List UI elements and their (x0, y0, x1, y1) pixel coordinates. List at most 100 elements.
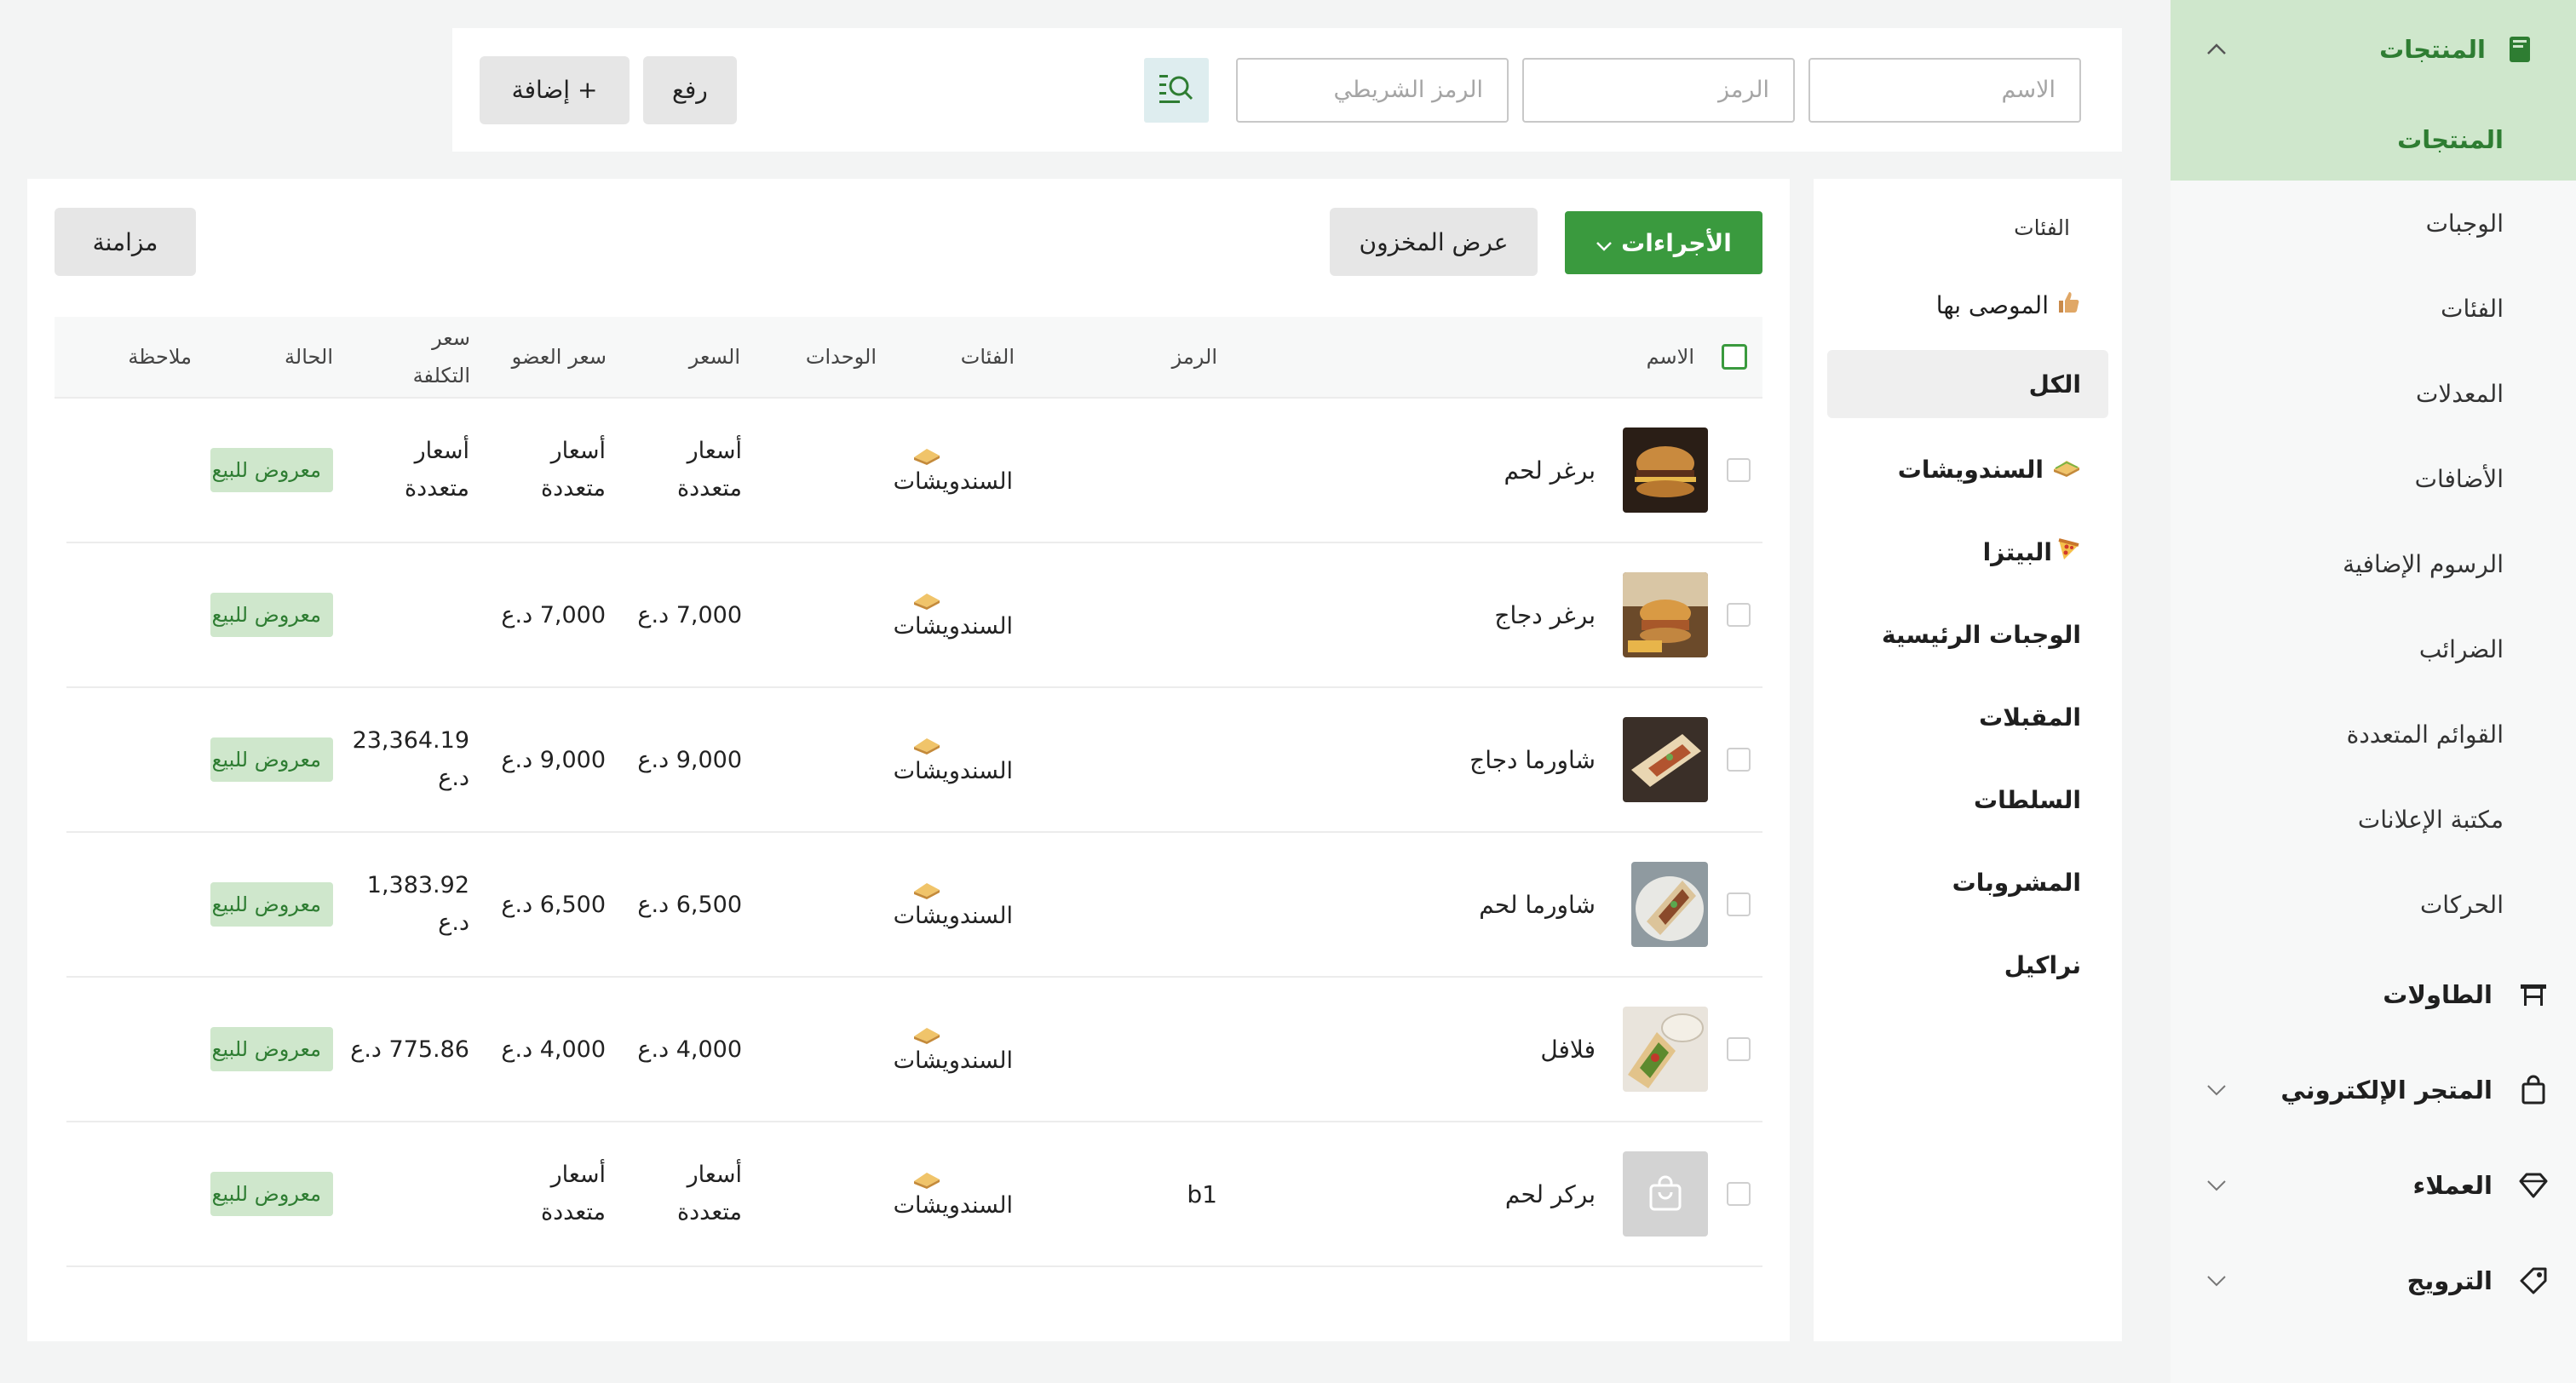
product-thumbnail (1623, 717, 1708, 802)
header-cost-price[interactable]: سعر التكلفة (400, 317, 470, 397)
product-name[interactable]: برغر لحم (1504, 399, 1596, 542)
header-status[interactable]: الحالة (285, 317, 333, 397)
sidebar-item-addons[interactable]: الأضافات (2171, 436, 2576, 521)
sidebar-item-ads-library[interactable]: مكتبة الإعلانات (2171, 777, 2576, 862)
sidebar-group-promotion-title: الترويج (2406, 1264, 2550, 1298)
sync-button[interactable]: مزامنة (55, 208, 196, 276)
upload-button[interactable]: رفع (643, 55, 737, 124)
product-member-price: أسعار متعددة (541, 438, 606, 502)
status-badge-label: معروض للبيع (211, 1037, 321, 1061)
product-name[interactable]: برغر دجاج (1494, 543, 1596, 686)
row-checkbox-cell (1727, 399, 1751, 542)
product-cost-price: 23,364.19 د.ع (352, 727, 469, 791)
sandwich-icon (2052, 456, 2081, 484)
product-thumbnail-cell (1623, 1122, 1708, 1265)
category-salads[interactable]: السلطات (1827, 759, 2108, 841)
product-category: السندويشات (893, 468, 1013, 495)
status-badge[interactable]: معروض للبيع (210, 448, 333, 492)
product-price: أسعار متعددة (677, 1162, 742, 1225)
sandwich-icon (914, 1028, 940, 1044)
sidebar-group-products-label: المنتجات (2379, 35, 2486, 64)
sidebar-item-products[interactable]: المنتجات (2171, 99, 2576, 181)
category-mains[interactable]: الوجبات الرئيسية (1827, 594, 2108, 676)
category-all[interactable]: الكل (1827, 350, 2108, 418)
row-checkbox[interactable] (1727, 748, 1751, 772)
table-row[interactable]: شاورما دجاج السندويشات 9,000 د.ع 9,000 د… (66, 688, 1762, 833)
code-filter-input[interactable] (1522, 57, 1795, 123)
sidebar-item-extra-fees[interactable]: الرسوم الإضافية (2171, 521, 2576, 606)
select-all-checkbox[interactable] (1722, 344, 1747, 370)
sidebar-group-eshop[interactable]: المتجر الإلكتروني (2171, 1042, 2576, 1138)
header-note[interactable]: ملاحظة (128, 317, 192, 397)
sidebar-item-meals[interactable]: الوجبات (2171, 181, 2576, 266)
status-badge[interactable]: معروض للبيع (210, 1027, 333, 1071)
product-category-cell: السندويشات (894, 543, 1013, 686)
sidebar-group-tables-title: الطاولات (2383, 978, 2550, 1012)
chevron-down-icon[interactable] (2205, 1174, 2228, 1197)
header-name[interactable]: الاسم (1647, 317, 1694, 397)
product-status-cell: معروض للبيع (210, 688, 333, 831)
header-price[interactable]: السعر (689, 317, 740, 397)
header-code[interactable]: الرمز (1172, 317, 1217, 397)
category-appetizers[interactable]: المقبلات (1827, 676, 2108, 759)
table-row[interactable]: شاورما لحم السندويشات 6,500 د.ع 6,500 د.… (66, 833, 1762, 978)
row-checkbox[interactable] (1727, 603, 1751, 627)
search-button[interactable] (1144, 57, 1209, 123)
thumbs-up-icon (2056, 290, 2081, 321)
row-checkbox[interactable] (1727, 1182, 1751, 1206)
status-badge[interactable]: معروض للبيع (210, 593, 333, 637)
category-pizza[interactable]: البيتزا (1827, 511, 2108, 594)
chevron-down-icon[interactable] (2205, 1269, 2228, 1293)
status-badge-label: معروض للبيع (211, 458, 321, 482)
chevron-down-icon[interactable] (2205, 1078, 2228, 1102)
product-cost-price: أسعار متعددة (405, 438, 469, 502)
table-row[interactable]: فلافل السندويشات 4,000 د.ع 4,000 د.ع 775… (66, 978, 1762, 1122)
header-categories[interactable]: الفئات (961, 317, 1015, 397)
actions-dropdown-button[interactable]: الأجراءات (1565, 211, 1762, 274)
status-badge-label: معروض للبيع (211, 892, 321, 916)
category-drinks[interactable]: المشروبات (1827, 841, 2108, 924)
product-name[interactable]: بركر لحم (1505, 1122, 1596, 1265)
product-thumbnail-cell (1623, 978, 1708, 1121)
category-sandwiches[interactable]: السندويشات (1827, 428, 2108, 511)
add-button[interactable]: + إضافة (480, 55, 630, 124)
row-checkbox[interactable] (1727, 892, 1751, 916)
row-checkbox[interactable] (1727, 458, 1751, 482)
header-member-price[interactable]: سعر العضو (512, 317, 607, 397)
chevron-up-icon[interactable] (2205, 37, 2228, 61)
product-name[interactable]: فلافل (1540, 978, 1596, 1121)
sidebar-item-modifiers[interactable]: المعدلات (2171, 351, 2576, 436)
table-row[interactable]: برغر دجاج السندويشات 7,000 د.ع 7,000 د.ع… (66, 543, 1762, 688)
category-recommended[interactable]: الموصى بها (1827, 264, 2108, 347)
table-row[interactable]: برغر لحم السندويشات أسعار متعددة أسعار م… (66, 399, 1762, 543)
category-hookah[interactable]: نراكيل (1827, 924, 2108, 1007)
sidebar-group-tables[interactable]: الطاولات (2171, 947, 2576, 1042)
sidebar-item-movements[interactable]: الحركات (2171, 862, 2576, 947)
sidebar-item-taxes[interactable]: الضرائب (2171, 606, 2576, 692)
show-stock-button[interactable]: عرض المخزون (1330, 208, 1538, 276)
sidebar-group-promotion[interactable]: الترويج (2171, 1233, 2576, 1328)
sidebar-item-multi-menus[interactable]: القوائم المتعددة (2171, 692, 2576, 777)
name-filter-input[interactable] (1808, 57, 2081, 123)
product-name[interactable]: شاورما دجاج (1469, 688, 1596, 831)
sidebar-group-products[interactable]: المنتجات (2171, 0, 2576, 99)
categories-panel: الفئات الموصى بها الكل السندويشات البيتز… (1814, 179, 2122, 1341)
product-category: السندويشات (893, 1192, 1013, 1219)
table-row[interactable]: بركر لحم b1 السندويشات أسعار متعددة أسعا… (66, 1122, 1762, 1267)
status-badge[interactable]: معروض للبيع (210, 882, 333, 927)
sidebar-group-customers[interactable]: العملاء (2171, 1138, 2576, 1233)
status-badge[interactable]: معروض للبيع (210, 737, 333, 782)
product-status-cell: معروض للبيع (210, 543, 333, 686)
category-pizza-label: البيتزا (1982, 538, 2052, 566)
product-member-price: 7,000 د.ع (501, 601, 606, 628)
shopping-bag-icon (2516, 1073, 2550, 1107)
product-thumbnail (1623, 428, 1708, 513)
barcode-filter-input[interactable] (1236, 57, 1509, 123)
row-checkbox[interactable] (1727, 1037, 1751, 1061)
header-units[interactable]: الوحدات (806, 317, 877, 397)
sidebar-item-categories[interactable]: الفئات (2171, 266, 2576, 351)
product-member-price: أسعار متعددة (541, 1162, 606, 1225)
product-name[interactable]: شاورما لحم (1479, 833, 1596, 976)
product-thumbnail (1623, 572, 1708, 657)
status-badge[interactable]: معروض للبيع (210, 1172, 333, 1216)
